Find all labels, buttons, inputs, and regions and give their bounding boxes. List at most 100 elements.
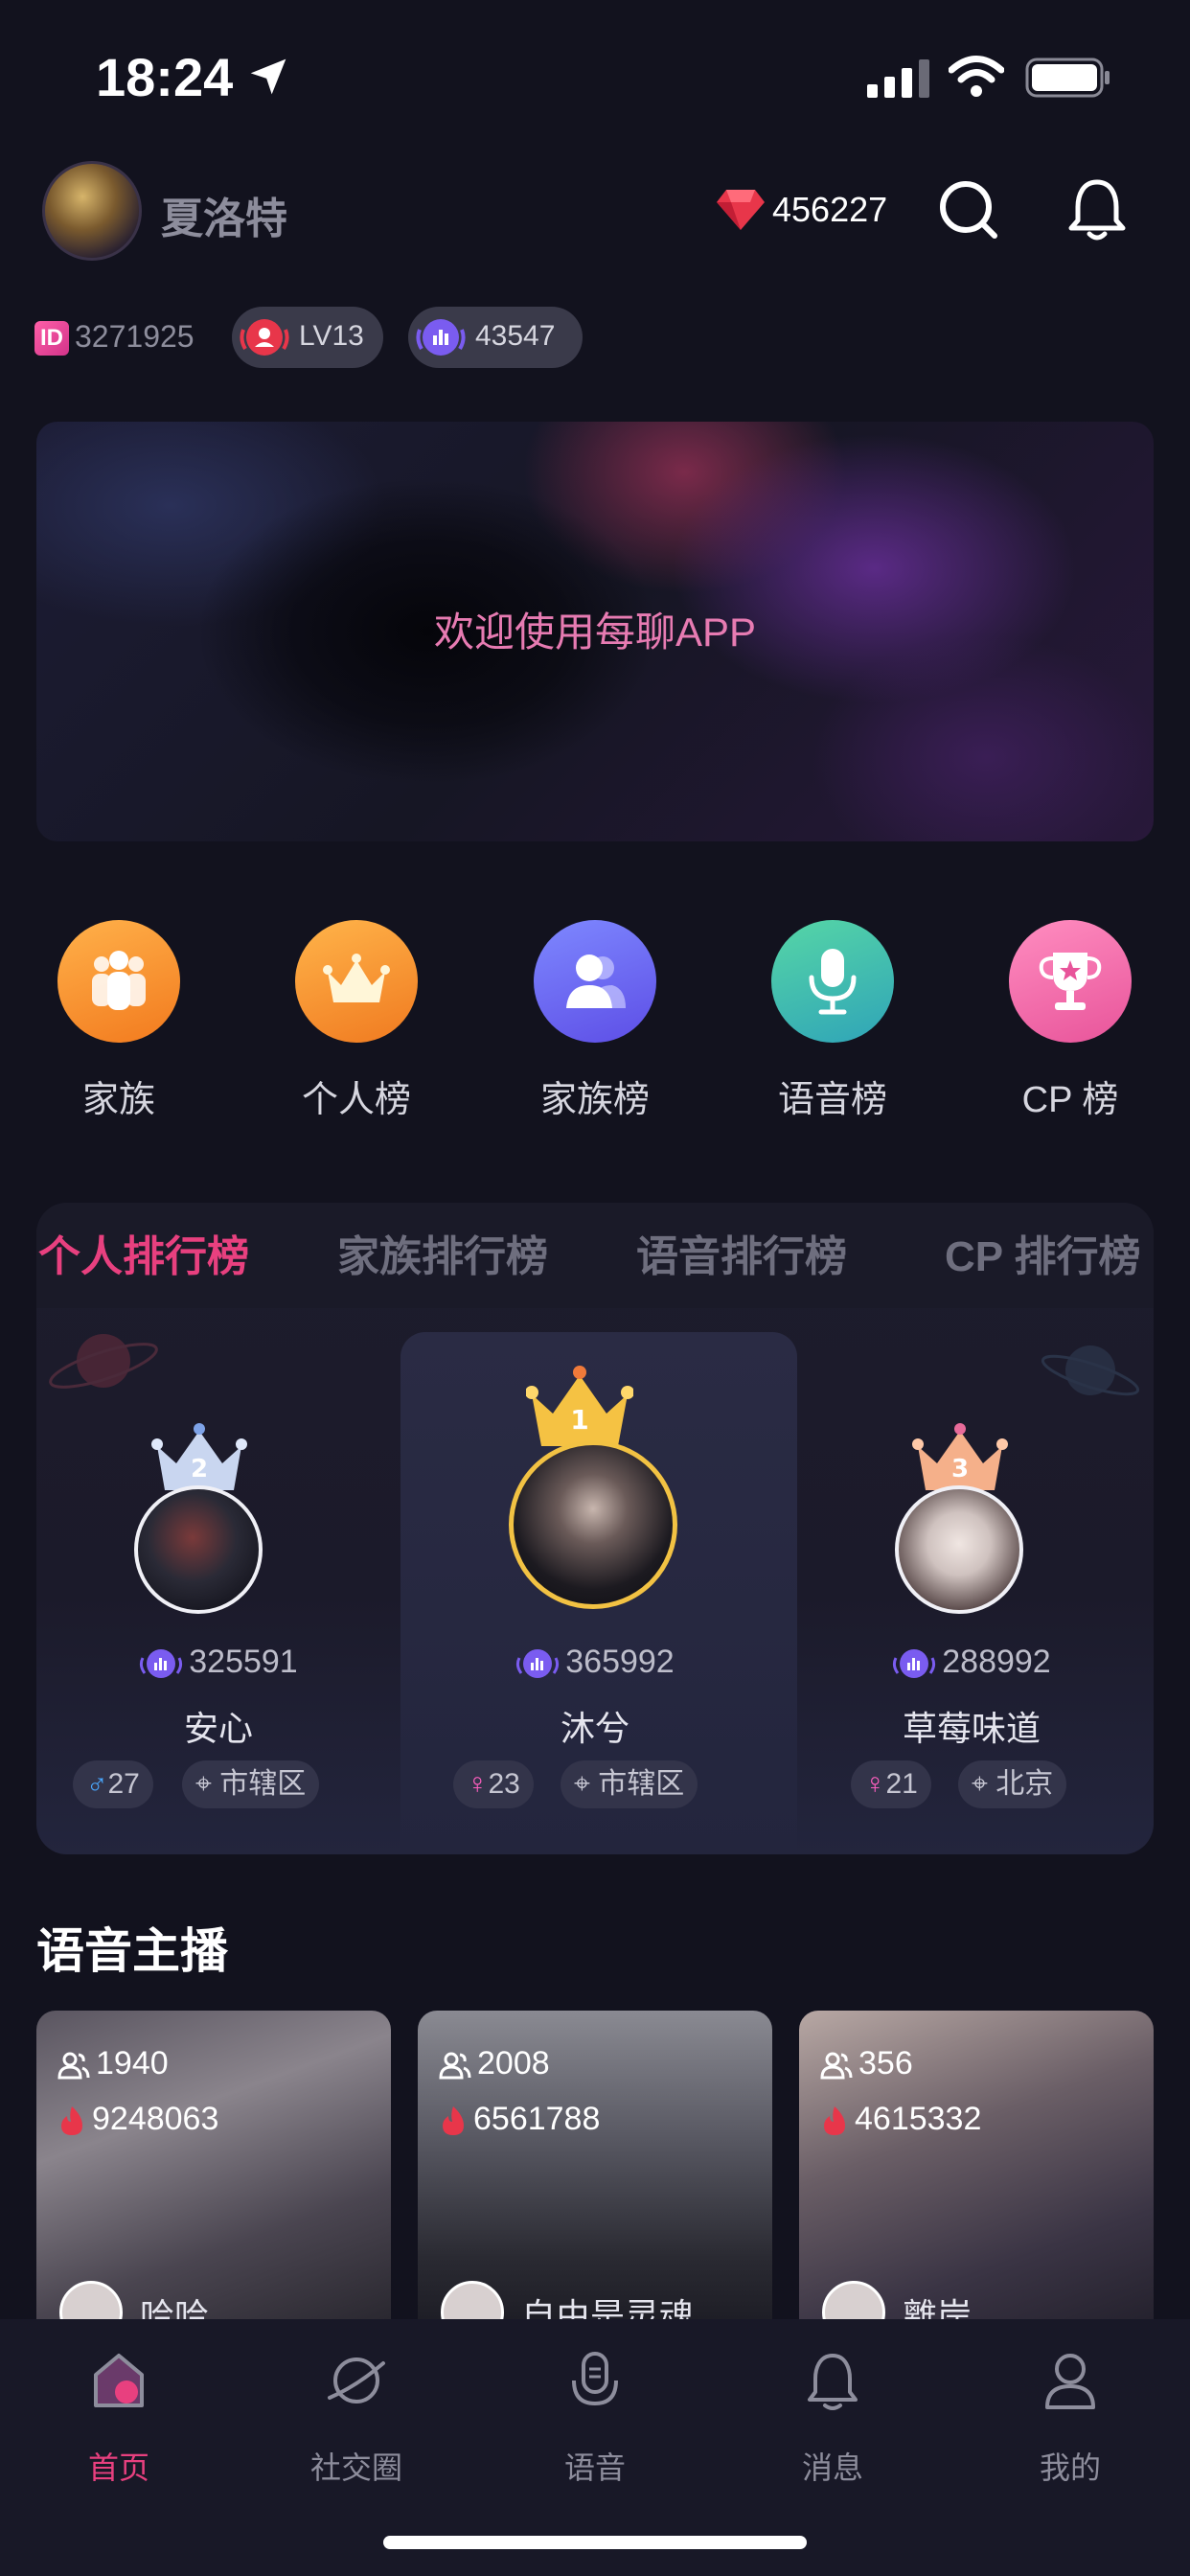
rank-avatar[interactable] (509, 1440, 677, 1609)
heat-count-value: 6561788 (473, 2101, 601, 2137)
heat-count-value: 9248063 (92, 2101, 219, 2137)
viewer-count-value: 356 (858, 2045, 913, 2082)
rank-name: 草莓味道 (902, 1709, 1041, 1748)
diamond-balance[interactable]: 456227 (772, 190, 887, 230)
anchor-name: 自由是灵魂… (521, 2296, 729, 2319)
notification-bell-icon[interactable] (1065, 176, 1129, 243)
voice-icon (572, 2352, 618, 2406)
heat-count: 9248063 (57, 2101, 218, 2138)
rank-avatar[interactable] (134, 1485, 263, 1614)
shortcut-label: 家族榜 (539, 1080, 650, 1120)
anchor-card[interactable]: 2008 6561788 自由是灵魂… (418, 2011, 772, 2319)
points-badge[interactable]: 43547 (408, 307, 583, 368)
viewer-count: 1940 (57, 2045, 169, 2082)
location-chip: ⌖ 市辖区 (182, 1760, 320, 1808)
shortcut-label: 家族 (81, 1080, 155, 1120)
points-medal-icon (416, 319, 466, 356)
points-medal-icon (516, 1649, 560, 1679)
crown-icon (323, 954, 390, 1002)
rank-score-value: 325591 (189, 1644, 298, 1680)
tab-home[interactable]: 首页 (42, 2348, 195, 2485)
anchor-card[interactable]: 1940 9248063 哈哈 (36, 2011, 391, 2319)
rank-score-value: 288992 (942, 1644, 1051, 1680)
age-text: 21 (885, 1768, 918, 1800)
users-icon (566, 954, 626, 1008)
level-badge[interactable]: LV13 (232, 307, 383, 368)
rank-score-value: 365992 (565, 1644, 675, 1680)
shortcut-cp-rank[interactable]: CP 榜 (994, 920, 1147, 1131)
rank-number: 2 (191, 1455, 208, 1484)
age-text: 27 (107, 1768, 140, 1800)
anchor-name: 哈哈 (140, 2296, 210, 2319)
flame-icon (824, 2106, 845, 2136)
rank-card-2[interactable]: 2 325591 安心 ♂27 ⌖ 市辖区 (36, 1203, 400, 1854)
rank-card-3[interactable]: 3 288992 草莓味道 ♀21 ⌖ 北京 (790, 1203, 1154, 1854)
viewer-count-value: 2008 (477, 2045, 550, 2082)
level-medal-icon (240, 319, 289, 356)
person-icon (1045, 2354, 1095, 2409)
shortcut-row: 家族 个人榜 家族榜 语音榜 CP 榜 (0, 920, 1190, 1131)
location-pin-icon: ⌖ (972, 1768, 988, 1800)
viewer-count: 2008 (439, 2045, 550, 2082)
cellular-signal-icon (867, 59, 929, 98)
heat-count-value: 4615332 (855, 2101, 982, 2137)
rank-avatar[interactable] (895, 1485, 1023, 1614)
tab-profile[interactable]: 我的 (994, 2348, 1147, 2485)
female-icon: ♀ (467, 1768, 489, 1800)
level-text: LV13 (299, 320, 364, 352)
trophy-icon (1039, 953, 1102, 1010)
my-avatar[interactable] (42, 161, 142, 261)
username: 夏洛特 (161, 196, 287, 242)
rank-number: 3 (951, 1455, 969, 1484)
gold-crown-icon: 1 (526, 1366, 633, 1446)
viewer-count-value: 1940 (96, 2045, 169, 2082)
shortcut-family[interactable]: 家族 (42, 920, 195, 1131)
home-indicator[interactable] (383, 2536, 807, 2549)
flame-icon (443, 2106, 464, 2136)
location-arrow-icon (250, 58, 286, 95)
id-badge: ID (34, 321, 69, 356)
location-pin-icon: ⌖ (574, 1768, 590, 1800)
rank-card-1[interactable]: 1 365992 沐兮 ♀23 ⌖ 市辖区 (413, 1203, 777, 1854)
section-title-voice-anchors: 语音主播 (36, 1924, 228, 1978)
heat-count: 4615332 (820, 2101, 981, 2138)
status-time: 18:24 (96, 47, 234, 107)
battery-icon (1025, 58, 1110, 98)
shortcut-voice-rank[interactable]: 语音榜 (756, 920, 909, 1131)
shortcut-label: CP 榜 (1021, 1080, 1119, 1120)
tab-social[interactable]: 社交圈 (280, 2348, 433, 2485)
points-medal-icon (893, 1649, 936, 1679)
silver-crown-icon: 2 (151, 1423, 247, 1490)
rank-score: 325591 (36, 1644, 400, 1683)
planet-icon (328, 2358, 385, 2404)
location-text: 市辖区 (219, 1768, 307, 1800)
tab-messages[interactable]: 消息 (756, 2348, 909, 2485)
flame-icon (61, 2106, 82, 2136)
home-icon (94, 2354, 144, 2407)
rank-score: 288992 (790, 1644, 1154, 1683)
rank-score: 365992 (413, 1644, 777, 1683)
gender-age-chip: ♀21 (851, 1760, 931, 1808)
welcome-banner[interactable]: 欢迎使用每聊APP (36, 422, 1154, 841)
gender-age-chip: ♀23 (453, 1760, 534, 1808)
tab-label: 首页 (87, 2450, 149, 2485)
anchor-avatar[interactable] (441, 2281, 504, 2319)
anchor-avatar[interactable] (59, 2281, 123, 2319)
users-icon (439, 2052, 471, 2080)
shortcut-personal-rank[interactable]: 个人榜 (280, 920, 433, 1131)
female-icon: ♀ (864, 1768, 886, 1800)
rank-name: 沐兮 (560, 1709, 629, 1748)
user-id: 3271925 (75, 319, 195, 354)
tab-label: 消息 (801, 2450, 863, 2485)
status-bar: 18:24 (0, 0, 1190, 153)
shortcut-label: 语音榜 (777, 1080, 887, 1120)
diamond-icon (717, 190, 765, 230)
leaderboard-card: 个人排行榜 家族排行榜 语音排行榜 CP 排行榜 2 325591 安心 ♂27… (36, 1203, 1154, 1854)
points-text: 43547 (475, 320, 556, 352)
search-icon[interactable] (937, 178, 1000, 242)
rank-number: 1 (570, 1404, 588, 1436)
shortcut-family-rank[interactable]: 家族榜 (518, 920, 672, 1131)
anchor-avatar[interactable] (822, 2281, 885, 2319)
tab-voice[interactable]: 语音 (518, 2348, 672, 2485)
anchor-card[interactable]: 356 4615332 離岸 (799, 2011, 1154, 2319)
